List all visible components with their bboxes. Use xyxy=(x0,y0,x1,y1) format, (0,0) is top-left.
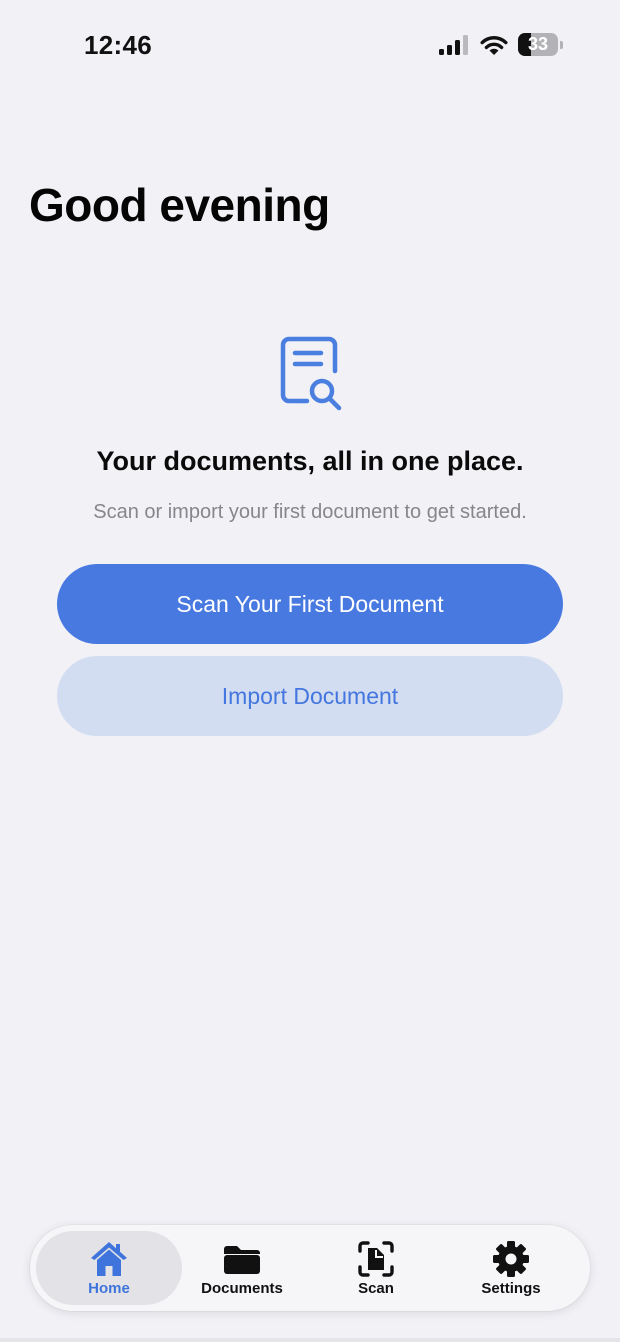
document-search-icon xyxy=(280,336,342,411)
gear-icon xyxy=(493,1241,529,1277)
cellular-signal-icon xyxy=(439,35,471,55)
house-icon xyxy=(91,1242,127,1276)
status-bar: 12:46 33 xyxy=(0,0,620,92)
tab-bar: Home Documents Scan Settings xyxy=(30,1225,590,1311)
page-title: Good evening xyxy=(29,179,330,231)
wifi-icon xyxy=(480,36,508,55)
battery-level: 33 xyxy=(527,34,549,54)
import-document-button[interactable]: Import Document xyxy=(57,656,563,736)
scan-first-document-button[interactable]: Scan Your First Document xyxy=(57,564,563,644)
tab-settings[interactable]: Settings xyxy=(444,1225,578,1311)
tab-label: Documents xyxy=(201,1280,283,1297)
tab-documents[interactable]: Documents xyxy=(175,1225,309,1311)
bottom-edge xyxy=(0,1338,620,1342)
tab-label: Home xyxy=(88,1280,130,1297)
empty-state-headline: Your documents, all in one place. xyxy=(96,446,524,476)
tab-scan[interactable]: Scan xyxy=(309,1225,443,1311)
folder-icon xyxy=(224,1246,260,1274)
tab-home[interactable]: Home xyxy=(42,1225,176,1311)
battery-icon: 33 xyxy=(518,33,564,57)
status-time: 12:46 xyxy=(84,30,152,60)
tab-label: Scan xyxy=(358,1280,394,1297)
doc-viewfinder-icon xyxy=(358,1241,394,1277)
tab-label: Settings xyxy=(481,1280,541,1297)
empty-state-subtitle: Scan or import your first document to ge… xyxy=(93,501,527,523)
